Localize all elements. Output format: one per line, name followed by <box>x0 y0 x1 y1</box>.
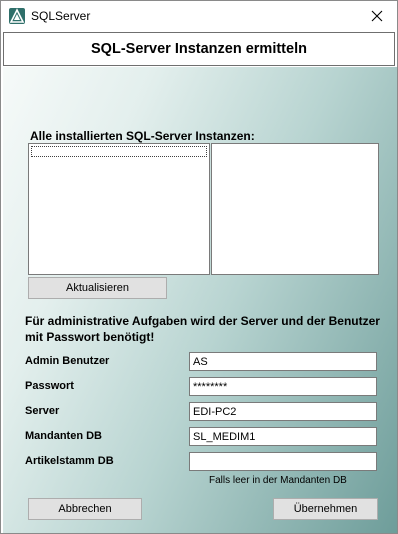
instances-list-right[interactable] <box>211 143 379 275</box>
close-icon <box>371 10 383 22</box>
server-label: Server <box>25 405 60 417</box>
password-input[interactable] <box>189 377 377 396</box>
client-db-input[interactable] <box>189 427 377 446</box>
title-bar: SQLServer <box>1 1 397 31</box>
window-title: SQLServer <box>31 9 91 23</box>
article-db-input[interactable] <box>189 452 377 471</box>
sql-server-dialog: SQLServer SQL-Server Instanzen ermitteln… <box>0 0 398 534</box>
article-db-hint: Falls leer in der Mandanten DB <box>209 475 347 486</box>
admin-info-text: Für administrative Aufgaben wird der Ser… <box>25 314 380 344</box>
instances-section-title: Alle installierten SQL-Server Instanzen: <box>30 129 255 143</box>
list-focus-indicator <box>31 146 207 157</box>
page-title: SQL-Server Instanzen ermitteln <box>91 41 307 57</box>
article-db-label: Artikelstamm DB <box>25 455 114 467</box>
client-db-label: Mandanten DB <box>25 430 102 442</box>
server-input[interactable] <box>189 402 377 421</box>
app-logo-icon <box>9 8 25 24</box>
header-panel: SQL-Server Instanzen ermitteln <box>3 32 395 66</box>
content-panel: Alle installierten SQL-Server Instanzen:… <box>3 67 397 533</box>
apply-button[interactable]: Übernehmen <box>273 498 378 520</box>
close-button[interactable] <box>357 1 397 31</box>
password-label: Passwort <box>25 380 74 392</box>
cancel-button[interactable]: Abbrechen <box>28 498 142 520</box>
refresh-button[interactable]: Aktualisieren <box>28 277 167 299</box>
instances-list-left[interactable] <box>28 143 210 275</box>
admin-user-input[interactable] <box>189 352 377 371</box>
admin-user-label: Admin Benutzer <box>25 355 110 367</box>
